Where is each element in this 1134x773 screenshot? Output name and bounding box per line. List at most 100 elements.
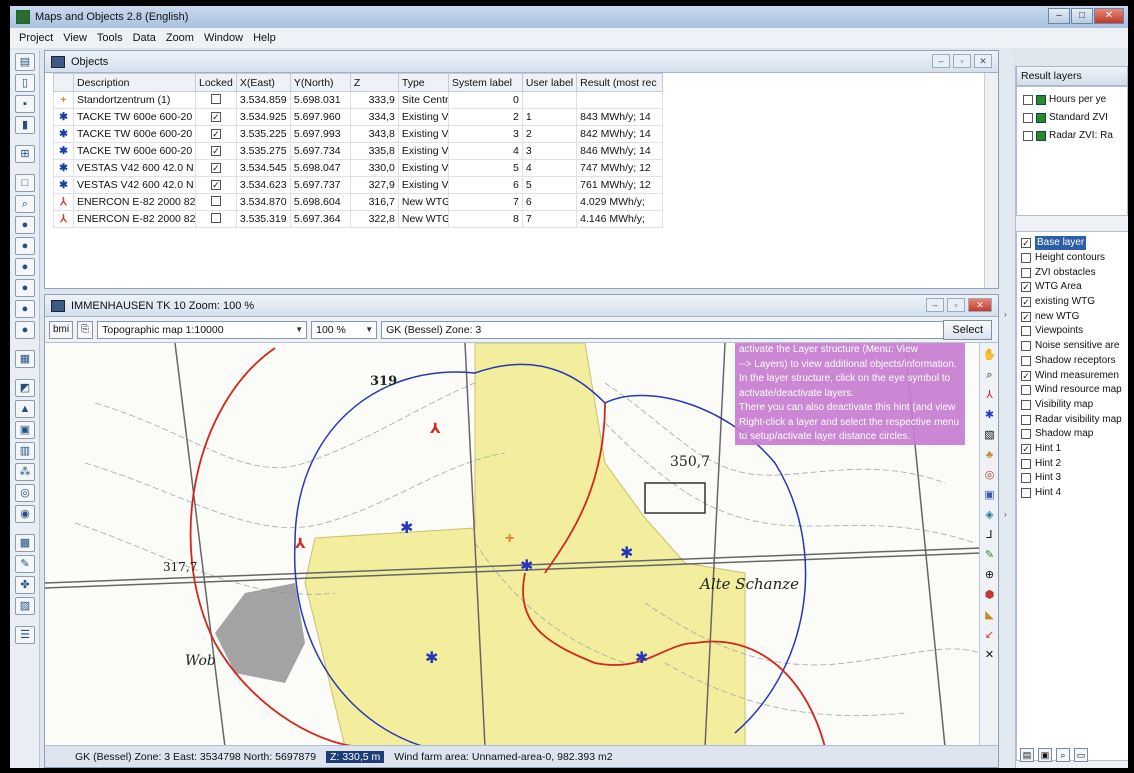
layer-checkbox[interactable] xyxy=(1021,341,1031,352)
site-center-marker[interactable]: + xyxy=(505,530,514,547)
map-close-button[interactable]: ✕ xyxy=(968,298,992,312)
layer-search-icon[interactable]: ⌕ xyxy=(1056,748,1070,762)
layer-item[interactable]: Noise sensitive are xyxy=(1021,339,1128,354)
cell-locked[interactable]: ✓ xyxy=(195,176,237,194)
copy-map-icon[interactable]: ⎘ xyxy=(77,320,94,339)
cell-locked[interactable]: ✓ xyxy=(195,142,237,160)
chevron-right-icon[interactable]: › xyxy=(1004,310,1007,319)
layer-item[interactable]: Shadow map xyxy=(1021,427,1128,442)
checkbox-icon[interactable] xyxy=(1023,95,1033,105)
layer-item[interactable]: Height contours xyxy=(1021,251,1128,266)
layer-item[interactable]: ✓ existing WTG xyxy=(1021,295,1128,310)
layer-checkbox[interactable] xyxy=(1021,326,1031,337)
table-row[interactable]: ✱ TACKE TW 600e 600-20 ✓ 3.535.275 5.697.734… xyxy=(53,142,664,160)
image-icon[interactable]: ▣ xyxy=(15,421,35,439)
wtg-existing-marker[interactable]: ✱ xyxy=(400,518,413,537)
layer-item[interactable]: Wind resource map xyxy=(1021,383,1128,398)
col-x[interactable]: X(East) xyxy=(235,73,291,92)
layer-checkbox[interactable]: ✓ xyxy=(1021,282,1031,293)
layer-checkbox[interactable]: ✓ xyxy=(1021,297,1031,308)
layer-checkbox[interactable]: ✓ xyxy=(1021,238,1031,249)
globe-2-icon[interactable]: ● xyxy=(15,237,35,255)
layer-checkbox[interactable]: ✓ xyxy=(1021,370,1031,381)
close-button[interactable]: ✕ xyxy=(1094,8,1124,24)
locked-checkbox[interactable] xyxy=(210,195,221,206)
col-user-label[interactable]: User label xyxy=(521,73,578,92)
table-row[interactable]: ✱ VESTAS V42 600 42.0 N ✓ 3.534.545 5.698.04… xyxy=(53,159,664,177)
locked-checkbox[interactable]: ✓ xyxy=(210,163,221,173)
layers-icon[interactable]: ▤ xyxy=(15,53,35,71)
shadow-icon[interactable]: ▣ xyxy=(982,488,997,503)
layer-item[interactable]: Hint 2 xyxy=(1021,456,1128,471)
tree-icon[interactable]: ♣ xyxy=(982,448,997,463)
terrain-icon[interactable]: ▲ xyxy=(15,400,35,418)
col-y[interactable]: Y(North) xyxy=(289,73,351,92)
layer-checkbox[interactable] xyxy=(1021,473,1031,484)
layer-checkbox[interactable] xyxy=(1021,458,1031,469)
layer-checkbox[interactable] xyxy=(1021,267,1031,278)
search-icon[interactable]: ⌕ xyxy=(15,195,35,213)
layer-checkbox[interactable] xyxy=(1021,385,1031,396)
globe-7-icon[interactable]: ◉ xyxy=(15,505,35,523)
locked-checkbox[interactable] xyxy=(210,212,221,223)
result-layer-item[interactable]: Standard ZVI xyxy=(1023,109,1127,127)
menu-data[interactable]: Data xyxy=(128,32,161,44)
calculator-icon[interactable]: ▦ xyxy=(15,350,35,368)
panel-splitter[interactable]: › › xyxy=(1001,50,1013,768)
checkbox-icon[interactable] xyxy=(1023,113,1033,123)
tool-icon[interactable]: ✎ xyxy=(15,555,35,573)
maximize-button[interactable]: □ xyxy=(1071,8,1093,24)
layer-checkbox[interactable] xyxy=(1021,429,1031,440)
wtg-existing-marker[interactable]: ✱ xyxy=(620,543,633,562)
existing-wtg-icon[interactable]: ✱ xyxy=(982,408,997,423)
zoom-select[interactable]: 100 % ▼ xyxy=(311,320,378,339)
wtg-existing-marker[interactable]: ✱ xyxy=(425,648,438,667)
layer-item[interactable]: Viewpoints xyxy=(1021,324,1128,339)
globe-6-icon[interactable]: ● xyxy=(15,321,35,339)
area-icon[interactable]: ◣ xyxy=(982,608,997,623)
viewpoint-icon[interactable]: ◈ xyxy=(982,508,997,523)
layer-window-icon[interactable]: ▭ xyxy=(1074,748,1088,762)
result-layer-item[interactable]: Radar ZVI: Ra xyxy=(1023,127,1127,145)
layer-checkbox[interactable]: ✓ xyxy=(1021,443,1031,454)
target-icon[interactable]: ⊕ xyxy=(982,568,997,583)
target-icon[interactable]: ◎ xyxy=(15,484,35,502)
layer-item[interactable]: ✓ new WTG xyxy=(1021,309,1128,324)
photo-icon[interactable]: ▨ xyxy=(15,597,35,615)
wtg-new-marker[interactable]: ⅄ xyxy=(295,536,306,552)
book-icon[interactable]: ▮ xyxy=(15,116,35,134)
arrow-icon[interactable]: ↙ xyxy=(982,628,997,643)
menu-window[interactable]: Window xyxy=(199,32,248,44)
result-layer-item[interactable]: Hours per ye xyxy=(1023,91,1127,109)
table-row[interactable]: ⅄ ENERCON E-82 2000 82 3.534.870 5.698.604 3… xyxy=(53,193,664,211)
wtg-existing-marker[interactable]: ✱ xyxy=(635,648,648,667)
layer-item[interactable]: Visibility map xyxy=(1021,398,1128,413)
zoom-icon[interactable]: ⌕ xyxy=(982,368,997,383)
layer-item[interactable]: ✓ Base layer xyxy=(1021,236,1128,251)
table-row[interactable]: ✱ TACKE TW 600e 600-20 ✓ 3.534.925 5.697.960… xyxy=(53,108,664,126)
select-button[interactable]: Select xyxy=(943,320,992,340)
table-row[interactable]: ✱ VESTAS V42 600 42.0 N ✓ 3.534.623 5.697.73… xyxy=(53,176,664,194)
checkbox-icon[interactable] xyxy=(1023,131,1033,141)
layer-item[interactable]: Hint 3 xyxy=(1021,471,1128,486)
layer-item[interactable]: Shadow receptors xyxy=(1021,354,1128,369)
layer-item[interactable]: ✓ Wind measuremen xyxy=(1021,368,1128,383)
cell-locked[interactable] xyxy=(195,91,237,109)
map-restore-button[interactable]: ▫ xyxy=(947,298,965,312)
edit-icon[interactable]: ▧ xyxy=(982,428,997,443)
hand-icon[interactable]: ✋ xyxy=(982,348,997,363)
map-minimize-button[interactable]: – xyxy=(926,298,944,312)
cell-locked[interactable] xyxy=(195,193,237,211)
layer-checkbox[interactable] xyxy=(1021,414,1031,425)
menu-project[interactable]: Project xyxy=(14,32,58,44)
layer-item[interactable]: ✓ WTG Area xyxy=(1021,280,1128,295)
layer-item[interactable]: ZVI obstacles xyxy=(1021,265,1128,280)
layer-checkbox[interactable] xyxy=(1021,253,1031,264)
bmp-button[interactable]: bmi xyxy=(49,320,74,339)
wtg-existing-marker[interactable]: ✱ xyxy=(520,556,533,575)
col-description[interactable]: Description xyxy=(73,73,196,92)
objects-restore-button[interactable]: ▫ xyxy=(953,54,971,68)
globe-3-icon[interactable]: ● xyxy=(15,258,35,276)
network-icon[interactable]: ⁂ xyxy=(15,463,35,481)
locked-checkbox[interactable]: ✓ xyxy=(210,180,221,190)
